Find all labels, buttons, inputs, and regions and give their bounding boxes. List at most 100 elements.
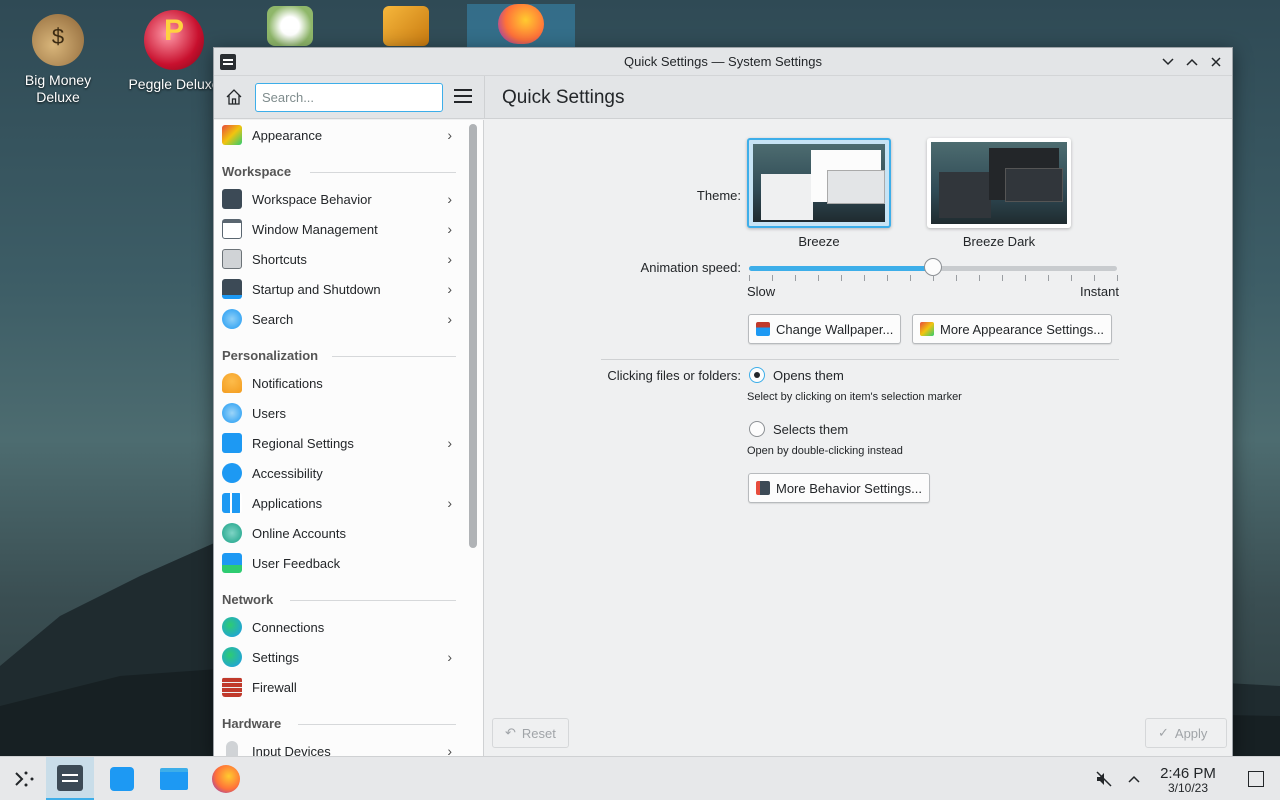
slider-handle[interactable]	[924, 258, 942, 276]
sidebar-item-label: Accessibility	[252, 465, 323, 481]
section-divider	[601, 359, 1119, 360]
slider-tick	[887, 275, 888, 281]
more-appearance-settings-button[interactable]: More Appearance Settings...	[912, 314, 1113, 344]
desktop-icon-big-money[interactable]: $ Big Money Deluxe	[10, 14, 106, 106]
change-wallpaper-button[interactable]: Change Wallpaper...	[748, 314, 902, 344]
chevron-up-icon	[1186, 58, 1198, 66]
home-button[interactable]	[224, 87, 246, 109]
firefox-icon	[212, 765, 240, 793]
sidebar-item-accessibility[interactable]: Accessibility	[214, 458, 464, 488]
chevron-right-icon: ›	[447, 649, 452, 665]
clock-date[interactable]: 3/10/23	[1152, 781, 1224, 795]
wallpaper-icon	[756, 322, 770, 336]
sidebar-item-applications[interactable]: Applications ›	[214, 488, 464, 518]
sidebar-item-window-management[interactable]: Window Management ›	[214, 214, 464, 244]
chevron-right-icon: ›	[447, 435, 452, 451]
more-behavior-settings-button[interactable]: More Behavior Settings...	[748, 473, 930, 503]
selects-them-label[interactable]: Selects them	[773, 422, 848, 437]
keyboard-icon	[222, 249, 242, 269]
slider-tick	[1117, 275, 1118, 281]
workspace-behavior-icon	[222, 189, 242, 209]
application-launcher-button[interactable]	[0, 757, 48, 800]
opens-them-label[interactable]: Opens them	[773, 368, 844, 383]
sidebar-item-label: Input Devices	[252, 743, 331, 757]
taskbar-dolphin[interactable]	[150, 757, 198, 800]
button-label: Change Wallpaper...	[776, 321, 894, 337]
sidebar-item-label: Window Management	[252, 221, 378, 237]
slider-tick	[841, 275, 842, 281]
button-label: Apply	[1174, 725, 1208, 741]
sidebar-item-users[interactable]: Users	[214, 398, 464, 428]
taskbar-system-settings[interactable]	[46, 757, 94, 800]
selects-them-radio[interactable]	[749, 421, 765, 437]
sidebar-scrollbar[interactable]	[469, 124, 477, 548]
close-button[interactable]	[1206, 52, 1226, 72]
bell-icon	[222, 373, 242, 393]
sidebar-item-network-settings[interactable]: Settings ›	[214, 642, 464, 672]
sidebar-item-shortcuts[interactable]: Shortcuts ›	[214, 244, 464, 274]
button-label: More Behavior Settings...	[776, 480, 922, 496]
sidebar-item-label: Notifications	[252, 375, 323, 391]
slider-tick	[933, 275, 934, 281]
hamburger-menu-button[interactable]	[454, 89, 472, 105]
sidebar-item-workspace-behavior[interactable]: Workspace Behavior ›	[214, 184, 464, 214]
firewall-icon	[222, 677, 242, 697]
chevron-right-icon: ›	[447, 127, 452, 143]
sidebar-item-connections[interactable]: Connections	[214, 612, 464, 642]
chevron-right-icon: ›	[447, 251, 452, 267]
slider-tick	[818, 275, 819, 281]
startup-icon	[222, 279, 242, 299]
opens-them-radio[interactable]	[749, 367, 765, 383]
slider-tick	[910, 275, 911, 281]
taskbar-discover[interactable]	[98, 757, 146, 800]
sidebar-item-user-feedback[interactable]: User Feedback	[214, 548, 464, 578]
window-header: Quick Settings	[214, 76, 1232, 119]
sidebar-item-label: Applications	[252, 495, 323, 511]
desktop-icon-firefox[interactable]	[467, 4, 575, 48]
sidebar-item-label: Shortcuts	[252, 251, 307, 267]
system-tray-expand-button[interactable]	[1112, 757, 1156, 800]
sidebar-item-online-accounts[interactable]: Online Accounts	[214, 518, 464, 548]
theme-thumbnail-breeze-dark[interactable]	[927, 138, 1071, 228]
slider-tick	[956, 275, 957, 281]
sidebar-item-appearance[interactable]: Appearance ›	[214, 120, 464, 150]
chevron-up-icon	[1128, 775, 1140, 783]
reset-button[interactable]: ↶ Reset	[492, 718, 569, 748]
theme-name-breeze-dark: Breeze Dark	[962, 234, 1036, 249]
maximize-button[interactable]	[1182, 52, 1202, 72]
section-label: Hardware	[222, 716, 282, 731]
volume-muted-icon	[1096, 771, 1112, 787]
window-titlebar[interactable]: Quick Settings — System Settings	[214, 48, 1232, 76]
chevron-down-icon	[1162, 58, 1174, 66]
slider-tick	[795, 275, 796, 281]
theme-thumbnail-breeze[interactable]	[747, 138, 891, 228]
tile-game-icon	[383, 6, 429, 46]
sidebar-item-label: Online Accounts	[252, 525, 346, 541]
taskbar-firefox[interactable]	[202, 757, 250, 800]
slider-ticks	[749, 275, 1118, 281]
desktop-icon-flower-game[interactable]	[242, 6, 338, 52]
search-input[interactable]	[255, 83, 443, 112]
sidebar-item-startup-shutdown[interactable]: Startup and Shutdown ›	[214, 274, 464, 304]
apply-button[interactable]: ✓ Apply	[1145, 718, 1227, 748]
minimize-button[interactable]	[1158, 52, 1178, 72]
sidebar-item-notifications[interactable]: Notifications	[214, 368, 464, 398]
sidebar-item-input-devices[interactable]: Input Devices ›	[214, 736, 464, 756]
slider-tick	[1094, 275, 1095, 281]
sidebar-item-search[interactable]: Search ›	[214, 304, 464, 334]
clock-time[interactable]: 2:46 PM	[1152, 765, 1224, 782]
desktop-icon-peggle[interactable]: P Peggle Deluxe	[124, 10, 224, 100]
animation-speed-slider[interactable]	[749, 258, 1117, 276]
globe-icon	[222, 647, 242, 667]
slow-label: Slow	[747, 284, 776, 299]
desktop-icon-tile-game[interactable]	[358, 6, 454, 52]
show-desktop-icon	[1248, 771, 1264, 787]
show-desktop-button[interactable]	[1232, 757, 1280, 800]
workspace-behavior-icon	[756, 481, 770, 495]
sidebar-item-regional-settings[interactable]: Regional Settings ›	[214, 428, 464, 458]
chevron-right-icon: ›	[447, 311, 452, 327]
sidebar-item-label: Settings	[252, 649, 299, 665]
sidebar-item-firewall[interactable]: Firewall	[214, 672, 464, 702]
sidebar: Appearance › Workspace Workspace Behavio…	[214, 120, 484, 756]
opens-them-hint: Select by clicking on item's selection m…	[747, 391, 962, 403]
